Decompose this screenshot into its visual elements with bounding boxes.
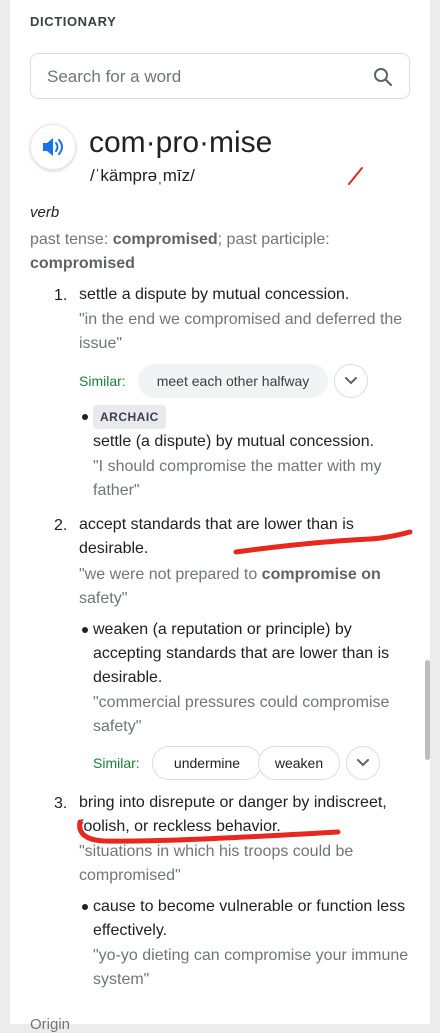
sense-number: 2. xyxy=(54,517,68,534)
subsense-definition: settle (a dispute) by mutual concession. xyxy=(93,433,375,450)
speaker-icon xyxy=(43,138,63,156)
example-keyword: compromise on xyxy=(261,566,381,583)
phonetic-spelling: /ˈkämprəˌmīz/ xyxy=(90,166,195,185)
example-text: safety" xyxy=(79,590,128,607)
subsense-example: "yo-yo dieting can compromise your immun… xyxy=(93,947,409,988)
subsense-example: "I should compromise the matter with my … xyxy=(93,458,382,499)
part-of-speech: verb xyxy=(30,204,60,221)
subsense-definition: cause to become vulnerable or function l… xyxy=(93,898,406,939)
past-participle-label: past participle: xyxy=(226,231,330,248)
chevron-down-icon xyxy=(345,377,357,385)
sense-number: 1. xyxy=(54,287,68,304)
sense-definition: bring into disrepute or danger by indisc… xyxy=(79,794,387,835)
pronunciation-button[interactable] xyxy=(30,124,76,170)
sense-definition: accept standards that are lower than is … xyxy=(79,516,354,557)
bullet xyxy=(82,904,88,910)
search-input[interactable] xyxy=(45,54,369,100)
section-title: DICTIONARY xyxy=(30,14,117,29)
subsense-definition: weaken (a reputation or principle) by ac… xyxy=(93,621,390,686)
chevron-down-icon xyxy=(357,759,369,767)
headword: com·pro·mise xyxy=(89,126,273,159)
past-participle-value: compromised xyxy=(30,255,135,272)
expand-similar-button[interactable] xyxy=(346,746,380,780)
search-box[interactable] xyxy=(30,53,410,100)
similar-label: Similar: xyxy=(79,373,126,389)
scrollbar[interactable] xyxy=(425,660,430,760)
bullet xyxy=(82,627,88,633)
search-icon[interactable] xyxy=(373,67,393,87)
subsense-example: "commercial pressures could compromise s… xyxy=(93,694,390,735)
sense-definition: settle a dispute by mutual concession. xyxy=(79,286,350,303)
similar-chip[interactable]: undermine xyxy=(152,746,262,780)
origin-label[interactable]: Origin xyxy=(30,1016,70,1033)
similar-chip[interactable]: weaken xyxy=(258,746,340,780)
example-text: "we were not prepared to xyxy=(79,566,262,583)
dictionary-card: DICTIONARY com·pro·mise /ˈkämprəˌmīz/ ve… xyxy=(10,0,430,1033)
past-tense-value: compromised xyxy=(112,231,218,248)
sense-example: "we were not prepared to compromise on s… xyxy=(79,563,409,611)
expand-similar-button[interactable] xyxy=(334,364,368,398)
similar-chip[interactable]: meet each other halfway xyxy=(138,364,328,398)
past-tense-label: past tense: xyxy=(30,231,109,248)
bullet xyxy=(82,414,88,420)
sense-example: "in the end we compromised and deferred … xyxy=(79,311,403,352)
similar-label: Similar: xyxy=(93,755,140,771)
verb-forms: past tense: compromised; past participle… xyxy=(30,231,330,272)
register-tag: ARCHAIC xyxy=(93,405,166,429)
sense-number: 3. xyxy=(54,795,68,812)
sense-example: "situations in which his troops could be… xyxy=(79,843,354,884)
